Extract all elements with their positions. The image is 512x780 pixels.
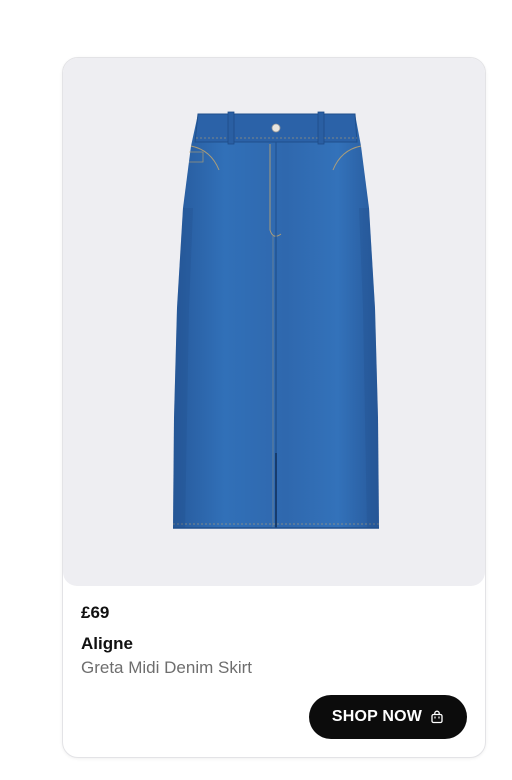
product-price: £69: [81, 603, 110, 622]
skirt-button: [271, 123, 281, 133]
product-card[interactable]: £69 Aligne Greta Midi Denim Skirt SHOP N…: [62, 57, 486, 758]
product-brand[interactable]: Aligne: [81, 633, 471, 655]
product-name[interactable]: Greta Midi Denim Skirt: [81, 657, 471, 679]
denim-skirt-illustration: [173, 111, 379, 529]
shop-now-label: SHOP NOW: [331, 708, 423, 725]
shopping-bag-icon: [430, 710, 444, 724]
product-image[interactable]: [63, 58, 485, 586]
product-info: £69 Aligne Greta Midi Denim Skirt: [81, 602, 471, 679]
shop-now-button[interactable]: SHOP NOW: [309, 695, 467, 739]
